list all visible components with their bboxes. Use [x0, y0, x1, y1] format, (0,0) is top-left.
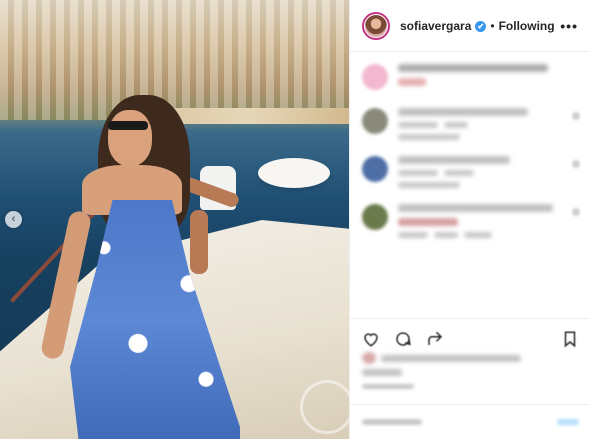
- share-button[interactable]: [426, 330, 444, 348]
- comment-avatar[interactable]: [362, 108, 388, 134]
- comment-item: [362, 156, 580, 188]
- verified-badge-icon: ✔: [475, 20, 487, 32]
- photo-woman-face: [108, 110, 152, 166]
- photo-watermark: [300, 380, 349, 434]
- comment-avatar[interactable]: [362, 64, 388, 90]
- share-icon: [428, 331, 443, 345]
- post-comment-button[interactable]: [557, 419, 579, 425]
- comment-like-icon[interactable]: [572, 208, 580, 216]
- comment-item: [362, 108, 580, 140]
- comment-avatar[interactable]: [362, 204, 388, 230]
- photo-cushion: [258, 158, 330, 188]
- comments-list[interactable]: [350, 52, 590, 310]
- username-text: sofiavergara: [400, 18, 472, 33]
- comment-like-icon[interactable]: [572, 160, 580, 168]
- comment-item: [362, 64, 580, 92]
- bookmark-icon: [564, 331, 576, 347]
- comment-avatar[interactable]: [362, 156, 388, 182]
- header-separator: •: [490, 18, 495, 33]
- likes-summary[interactable]: [362, 352, 572, 376]
- photo-town-background: [0, 0, 349, 120]
- save-button[interactable]: [561, 330, 579, 348]
- heart-icon: [364, 332, 378, 347]
- username-link[interactable]: sofiavergara ✔: [400, 18, 487, 33]
- add-comment-bar: [350, 404, 590, 439]
- post-timestamp: [362, 384, 414, 389]
- chevron-left-icon: ‹: [11, 213, 16, 225]
- photo-sunglasses: [108, 121, 148, 130]
- following-button[interactable]: Following: [499, 19, 555, 33]
- post-photo[interactable]: ‹: [0, 0, 349, 439]
- more-options-icon[interactable]: •••: [560, 18, 578, 34]
- post-header: sofiavergara ✔ • Following •••: [350, 0, 590, 52]
- previous-photo-button[interactable]: ‹: [5, 211, 22, 228]
- post-sidebar: sofiavergara ✔ • Following •••: [349, 0, 590, 439]
- photo-man-leg: [190, 210, 208, 274]
- profile-avatar[interactable]: [362, 11, 390, 40]
- comment-item: [362, 204, 580, 238]
- comment-icon: [396, 331, 411, 346]
- like-button[interactable]: [362, 330, 380, 348]
- comment-like-icon[interactable]: [572, 112, 580, 120]
- add-comment-input[interactable]: [362, 419, 422, 425]
- comment-button[interactable]: [394, 330, 412, 348]
